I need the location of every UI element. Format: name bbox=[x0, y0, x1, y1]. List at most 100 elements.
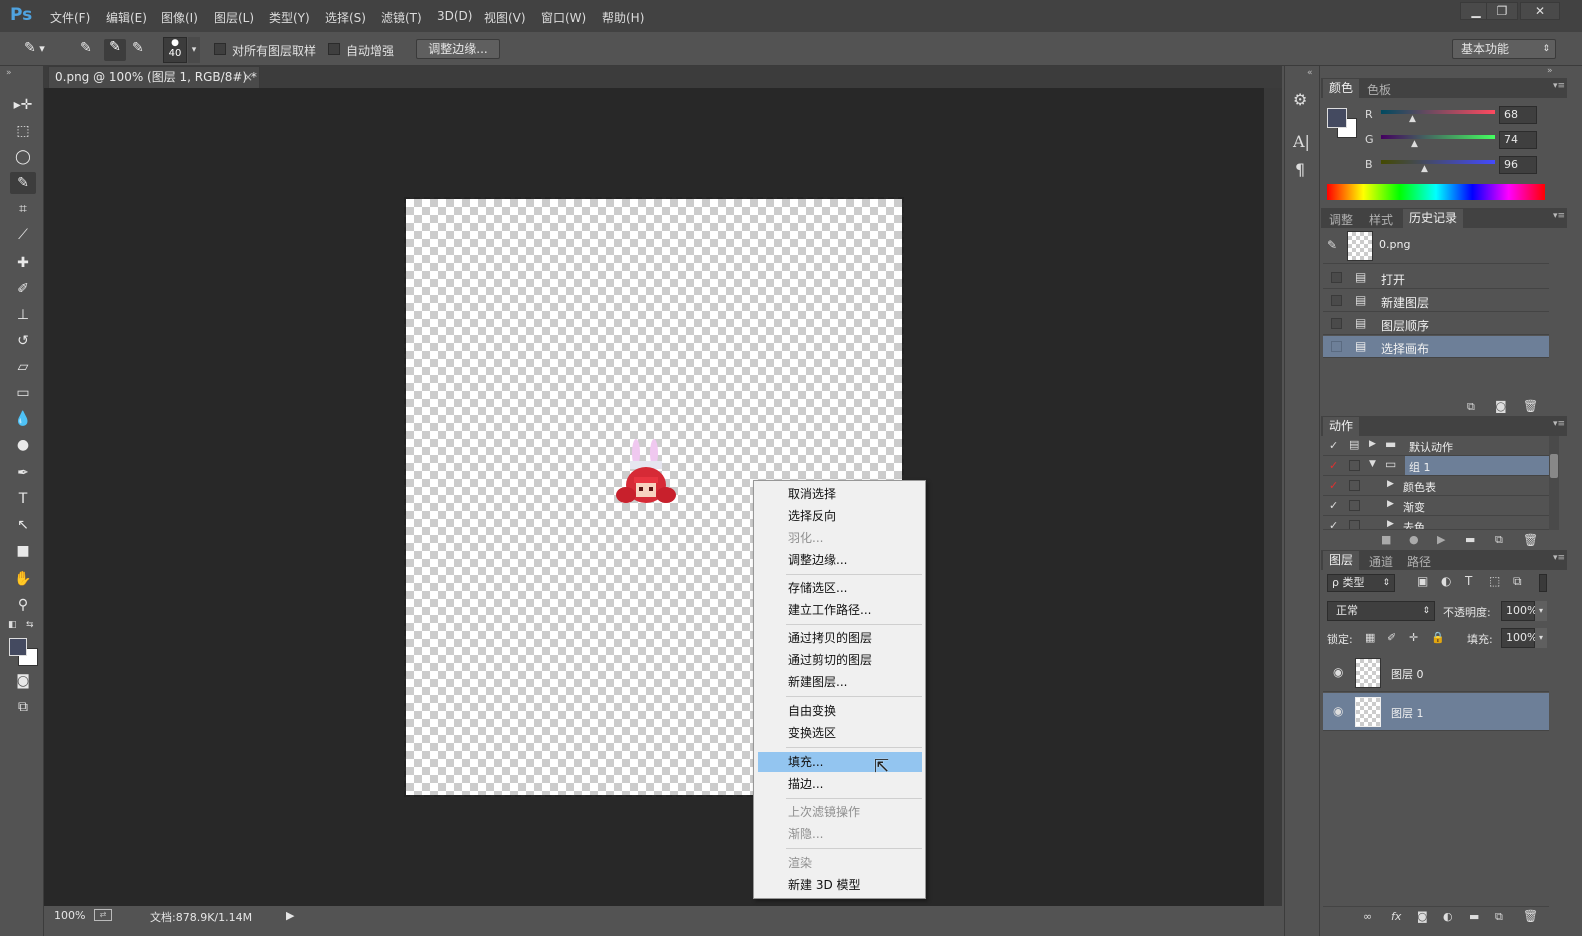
panel-menu-icon[interactable]: ▾≡ bbox=[1553, 553, 1565, 563]
menu-item-layer-via-copy[interactable]: 通过拷贝的图层 bbox=[758, 628, 922, 648]
green-slider-thumb-icon[interactable]: ▲ bbox=[1411, 139, 1418, 149]
lock-all-icon[interactable]: 🔒 bbox=[1431, 631, 1445, 644]
menu-type[interactable]: 类型(Y) bbox=[269, 9, 310, 26]
zoom-tool-icon[interactable]: ⚲ bbox=[10, 594, 36, 616]
layer-name[interactable]: 图层 1 bbox=[1391, 705, 1424, 721]
close-tab-icon[interactable]: × bbox=[243, 67, 253, 87]
blue-slider-thumb-icon[interactable]: ▲ bbox=[1421, 164, 1428, 174]
trash-icon[interactable]: 🗑 bbox=[1523, 533, 1538, 547]
smart-object-filter-icon[interactable]: ⧉ bbox=[1513, 574, 1522, 589]
action-row[interactable]: ✓ ▤ ▶ ▬ 默认动作 bbox=[1323, 436, 1549, 456]
expand-icon[interactable]: ▶ bbox=[1387, 519, 1394, 529]
layer-row[interactable]: ◉ 图层 0 bbox=[1323, 654, 1549, 692]
adjustment-filter-icon[interactable]: ◐ bbox=[1441, 574, 1451, 588]
actions-scrollbar[interactable] bbox=[1549, 436, 1559, 530]
filter-toggle-switch[interactable] bbox=[1539, 574, 1547, 592]
maximize-button[interactable]: ❐ bbox=[1486, 2, 1518, 20]
trash-icon[interactable]: 🗑 bbox=[1523, 399, 1538, 413]
menu-item-refine-edge[interactable]: 调整边缘... bbox=[758, 550, 922, 570]
subtract-selection-icon[interactable]: ✎ bbox=[132, 40, 152, 60]
play-icon[interactable]: ▶ bbox=[1437, 533, 1445, 546]
stamp-tool-icon[interactable]: ⊥ bbox=[10, 304, 36, 326]
sample-all-layers-checkbox[interactable] bbox=[214, 43, 226, 55]
refine-edge-button[interactable]: 调整边缘... bbox=[416, 39, 500, 59]
color-spectrum-bar[interactable] bbox=[1327, 184, 1545, 200]
expand-icon[interactable]: ▶ bbox=[1387, 479, 1394, 489]
new-group-icon[interactable]: ▬ bbox=[1469, 910, 1479, 923]
layer-filter-select[interactable]: ρ 类型 ⇕ bbox=[1327, 574, 1395, 592]
history-checkbox[interactable] bbox=[1331, 272, 1342, 283]
menu-item-inverse[interactable]: 选择反向 bbox=[758, 506, 922, 526]
new-layer-icon[interactable]: ⧉ bbox=[1495, 910, 1503, 924]
menu-edit[interactable]: 编辑(E) bbox=[106, 9, 147, 26]
stop-icon[interactable]: ■ bbox=[1381, 533, 1391, 546]
lasso-tool-icon[interactable]: ◯ bbox=[10, 146, 36, 168]
tab-adjustments[interactable]: 调整 bbox=[1329, 211, 1353, 228]
panel-menu-icon[interactable]: ▾≡ bbox=[1553, 81, 1565, 91]
hand-tool-icon[interactable]: ✋ bbox=[10, 568, 36, 590]
link-layers-icon[interactable]: ∞ bbox=[1363, 910, 1372, 923]
foreground-color-swatch[interactable] bbox=[9, 638, 27, 656]
marquee-tool-icon[interactable]: ⬚ bbox=[10, 120, 36, 142]
expand-icon[interactable]: ▶ bbox=[1369, 439, 1376, 449]
eye-icon[interactable]: ◉ bbox=[1333, 704, 1343, 718]
menu-help[interactable]: 帮助(H) bbox=[602, 9, 644, 26]
gradient-tool-icon[interactable]: ▭ bbox=[10, 382, 36, 404]
collapse-icon[interactable]: ▼ bbox=[1369, 459, 1376, 469]
red-value-field[interactable]: 68 bbox=[1499, 106, 1537, 124]
dialog-toggle-box[interactable] bbox=[1349, 520, 1360, 529]
check-icon[interactable]: ✓ bbox=[1329, 459, 1338, 472]
zoom-level[interactable]: 100% bbox=[54, 909, 85, 922]
history-item[interactable]: ▤ 选择画布 bbox=[1323, 336, 1549, 358]
default-colors-icon[interactable]: ◧ bbox=[8, 620, 17, 630]
move-tool-icon[interactable]: ▸✛ bbox=[10, 94, 36, 116]
menu-item-new-3d-model[interactable]: 新建 3D 模型 bbox=[758, 875, 922, 895]
action-row[interactable]: ✓ ▶ 去色 bbox=[1323, 516, 1549, 530]
fill-slider-icon[interactable]: ▾ bbox=[1535, 628, 1547, 648]
tab-swatches[interactable]: 色板 bbox=[1367, 81, 1391, 98]
fx-icon[interactable]: fx bbox=[1391, 910, 1401, 923]
eye-icon[interactable]: ◉ bbox=[1333, 665, 1343, 679]
menu-filter[interactable]: 滤镜(T) bbox=[381, 9, 422, 26]
vertical-scrollbar[interactable] bbox=[1264, 88, 1282, 908]
menu-item-make-work-path[interactable]: 建立工作路径... bbox=[758, 600, 922, 620]
history-item[interactable]: ▤ 打开 bbox=[1323, 267, 1549, 289]
history-checkbox[interactable] bbox=[1331, 295, 1342, 306]
collapse-panels-icon[interactable]: » bbox=[1547, 66, 1553, 76]
panel-menu-icon[interactable]: ▾≡ bbox=[1553, 419, 1565, 429]
action-row[interactable]: ✓ ▼ ▭ 组 1 bbox=[1323, 456, 1549, 476]
eraser-tool-icon[interactable]: ▱ bbox=[10, 356, 36, 378]
trash-icon[interactable]: 🗑 bbox=[1523, 909, 1538, 923]
record-icon[interactable]: ● bbox=[1409, 533, 1419, 546]
tab-paths[interactable]: 路径 bbox=[1407, 553, 1431, 570]
crop-tool-icon[interactable]: ⌗ bbox=[10, 198, 36, 220]
dialog-toggle-icon[interactable]: ▤ bbox=[1349, 438, 1359, 451]
menu-3d[interactable]: 3D(D) bbox=[437, 9, 472, 23]
green-slider[interactable] bbox=[1381, 135, 1495, 139]
tab-channels[interactable]: 通道 bbox=[1369, 553, 1393, 570]
dialog-toggle-box[interactable] bbox=[1349, 500, 1360, 511]
history-checkbox[interactable] bbox=[1331, 318, 1342, 329]
menu-item-deselect[interactable]: 取消选择 bbox=[758, 484, 922, 504]
menu-item-save-selection[interactable]: 存储选区... bbox=[758, 578, 922, 598]
shape-filter-icon[interactable]: ⬚ bbox=[1489, 574, 1500, 588]
add-mask-icon[interactable]: ◙ bbox=[1417, 910, 1428, 923]
menu-file[interactable]: 文件(F) bbox=[50, 9, 90, 26]
layer-name[interactable]: 图层 0 bbox=[1391, 666, 1424, 682]
pen-tool-icon[interactable]: ✒ bbox=[10, 462, 36, 484]
scroll-thumb[interactable] bbox=[1550, 454, 1558, 478]
tab-layers[interactable]: 图层 bbox=[1323, 551, 1360, 570]
fill-field[interactable]: 100% bbox=[1501, 628, 1537, 648]
dodge-tool-icon[interactable]: ● bbox=[10, 434, 36, 456]
swap-colors-icon[interactable]: ⇆ bbox=[26, 620, 34, 630]
paragraph-panel-icon[interactable]: ¶ bbox=[1295, 160, 1305, 179]
brush-dropdown-icon[interactable]: ▾ bbox=[188, 37, 200, 63]
history-snapshot[interactable]: ✎ 0.png bbox=[1323, 228, 1549, 264]
menu-select[interactable]: 选择(S) bbox=[325, 9, 366, 26]
history-brush-source-icon[interactable]: ✎ bbox=[1327, 238, 1337, 252]
blend-mode-select[interactable]: 正常 ⇕ bbox=[1327, 601, 1435, 621]
check-icon[interactable]: ✓ bbox=[1329, 439, 1338, 452]
pixel-filter-icon[interactable]: ▣ bbox=[1417, 574, 1428, 588]
menu-item-transform-selection[interactable]: 变换选区 bbox=[758, 723, 922, 743]
collapse-icon[interactable]: » bbox=[6, 68, 12, 78]
